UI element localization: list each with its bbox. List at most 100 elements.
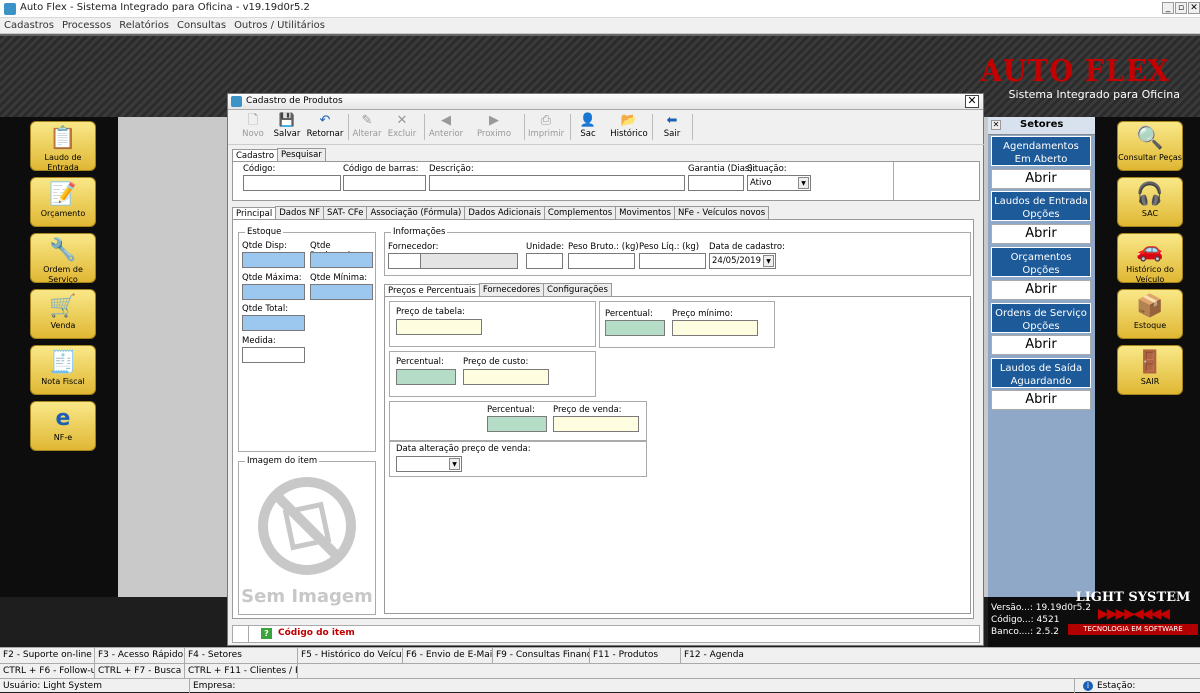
- tab-pesquisar[interactable]: Pesquisar: [277, 148, 326, 162]
- logo-tagline: Sistema Integrado para Oficina: [1008, 88, 1180, 101]
- laudo-entrada-button[interactable]: 📋 Laudo de Entrada: [30, 121, 96, 172]
- f11-shortcut[interactable]: F11 - Produtos: [590, 648, 681, 663]
- tab-associacao[interactable]: Associação (Fórmula): [366, 206, 466, 220]
- descricao-input[interactable]: [429, 175, 685, 191]
- tab-fornecedores[interactable]: Fornecedores: [478, 283, 545, 297]
- estoque-title: Estoque: [245, 227, 284, 237]
- preco-tabela-label: Preço de tabela:: [396, 307, 466, 317]
- salvar-button[interactable]: 💾 Salvar: [271, 113, 303, 143]
- tab-dados-nf[interactable]: Dados NF: [275, 206, 324, 220]
- tab-sat-cfe[interactable]: SAT- CFe: [322, 206, 368, 220]
- percentual-venda-input[interactable]: [487, 416, 547, 432]
- imprimir-button[interactable]: ⎙ Imprimir: [528, 113, 564, 143]
- qtde-disp-input[interactable]: [242, 252, 305, 268]
- peso-liq-input[interactable]: [639, 253, 706, 269]
- ctrl-f7-shortcut[interactable]: CTRL + F7 - Busca CEP: [95, 663, 185, 678]
- f5-shortcut[interactable]: F5 - Histórico do Veículo: [298, 648, 403, 663]
- garantia-input[interactable]: [688, 175, 744, 191]
- percentual-minimo-label: Percentual:: [605, 309, 653, 319]
- qtde-penhorada-input[interactable]: [310, 252, 373, 268]
- calendar-dropdown-icon: ▼: [763, 255, 774, 267]
- alterar-button[interactable]: ✎ Alterar: [352, 113, 382, 143]
- tab-nfe-veiculos[interactable]: NFe - Veículos novos: [673, 206, 770, 220]
- preco-minimo-input[interactable]: [672, 320, 758, 336]
- preco-custo-input[interactable]: [463, 369, 549, 385]
- estoque-button[interactable]: 📦 Estoque: [1117, 289, 1183, 339]
- car-history-icon: 🚗: [1136, 238, 1164, 263]
- novo-button[interactable]: 🗋 Novo: [238, 113, 268, 143]
- peso-bruto-input[interactable]: [568, 253, 635, 269]
- consultar-pecas-button[interactable]: 🔍 Consultar Peças: [1117, 121, 1183, 171]
- setores-close-button[interactable]: ✕: [991, 120, 1001, 130]
- menu-consultas[interactable]: Consultas: [173, 18, 230, 33]
- f3-shortcut[interactable]: F3 - Acesso Rápido: [95, 648, 185, 663]
- sair-side-button[interactable]: 🚪 SAIR: [1117, 345, 1183, 395]
- invoice-icon: 🧾: [49, 350, 77, 375]
- sac-button[interactable]: 👤 Sac: [574, 113, 602, 143]
- sac-side-button[interactable]: 🎧 SAC: [1117, 177, 1183, 227]
- menu-relatorios[interactable]: Relatórios: [115, 18, 173, 33]
- minimize-button[interactable]: _: [1162, 2, 1174, 14]
- abrir-orcamentos-button[interactable]: Abrir: [991, 280, 1091, 300]
- imagem-group: Imagem do item Sem Imagem: [238, 456, 376, 615]
- excluir-button[interactable]: ✕ Excluir: [386, 113, 418, 143]
- nfe-button[interactable]: e NF-e: [30, 401, 96, 451]
- historico-veiculo-button[interactable]: 🚗 Histórico do Veículo: [1117, 233, 1183, 284]
- preco-tabela-input[interactable]: [396, 319, 482, 335]
- situacao-select[interactable]: Ativo ▼: [747, 175, 811, 191]
- situacao-label: Situação:: [747, 164, 787, 174]
- qtde-total-input[interactable]: [242, 315, 305, 331]
- anterior-button[interactable]: ◀ Anterior: [428, 113, 464, 143]
- setores-panel: ✕ Setores Agendamentos Em Aberto Abrir L…: [988, 117, 1095, 597]
- close-window-button[interactable]: ✕: [1188, 2, 1200, 14]
- qtde-minima-input[interactable]: [310, 284, 373, 300]
- tab-complementos[interactable]: Complementos: [543, 206, 617, 220]
- undo-icon: ↶: [319, 113, 331, 128]
- chevron-down-icon: ▼: [798, 177, 809, 189]
- f6-shortcut[interactable]: F6 - Envio de E-Mail: [403, 648, 493, 663]
- tab-configuracoes[interactable]: Configurações: [543, 283, 612, 297]
- window-title: Auto Flex - Sistema Integrado para Ofici…: [20, 2, 310, 13]
- percentual-minimo-input[interactable]: [605, 320, 665, 336]
- f12-shortcut[interactable]: F12 - Agenda: [681, 648, 1200, 663]
- abrir-agendamentos-button[interactable]: Abrir: [991, 169, 1091, 189]
- peso-bruto-label: Peso Bruto.: (kg): [568, 242, 639, 252]
- garantia-label: Garantia (Dias):: [688, 164, 756, 174]
- cadastro-produtos-dialog: Cadastro de Produtos ✕ 🗋 Novo 💾 Salvar ↶ Re…: [227, 93, 985, 646]
- sair-button[interactable]: ⬅ Sair: [658, 113, 686, 143]
- abrir-ordens-servico-button[interactable]: Abrir: [991, 335, 1091, 355]
- orcamento-button[interactable]: 📝 Orçamento: [30, 177, 96, 227]
- dialog-close-button[interactable]: ✕: [965, 95, 979, 108]
- ctrl-f11-shortcut[interactable]: CTRL + F11 - Clientes / Fornecedores: [185, 663, 298, 678]
- ctrl-f6-shortcut[interactable]: CTRL + F6 - Follow-up: [0, 663, 95, 678]
- qtde-maxima-input[interactable]: [242, 284, 305, 300]
- venda-button[interactable]: 🛒 Venda: [30, 289, 96, 339]
- ordem-servico-button[interactable]: 🔧 Ordem de Serviço: [30, 233, 96, 284]
- restore-button[interactable]: ▫: [1175, 2, 1187, 14]
- f2-shortcut[interactable]: F2 - Suporte on-line: [0, 648, 95, 663]
- abrir-laudos-saida-button[interactable]: Abrir: [991, 390, 1091, 410]
- data-alteracao-picker[interactable]: ▼: [396, 456, 462, 472]
- menu-processos[interactable]: Processos: [58, 18, 115, 33]
- nota-fiscal-button[interactable]: 🧾 Nota Fiscal: [30, 345, 96, 395]
- f9-shortcut[interactable]: F9 - Consultas Financeiras: [493, 648, 590, 663]
- tab-movimentos[interactable]: Movimentos: [615, 206, 675, 220]
- historico-button[interactable]: 📂 Histórico: [610, 113, 648, 143]
- tab-dados-adicionais[interactable]: Dados Adicionais: [464, 206, 545, 220]
- proximo-button[interactable]: ▶ Proximo: [476, 113, 512, 143]
- codigo-input[interactable]: [243, 175, 341, 191]
- retornar-button[interactable]: ↶ Retornar: [306, 113, 344, 143]
- menu-outros[interactable]: Outros / Utilitários: [230, 18, 329, 33]
- data-cadastro-picker[interactable]: 24/05/2019 ▼: [709, 253, 776, 269]
- qtde-disp-label: Qtde Disp:: [242, 241, 287, 251]
- codigo-barras-input[interactable]: [343, 175, 426, 191]
- f4-shortcut[interactable]: F4 - Setores: [185, 648, 298, 663]
- fornecedor-code-input[interactable]: [388, 253, 421, 269]
- abrir-laudos-entrada-button[interactable]: Abrir: [991, 224, 1091, 244]
- medida-input[interactable]: [242, 347, 305, 363]
- preco-venda-input[interactable]: [553, 416, 639, 432]
- menu-cadastros[interactable]: Cadastros: [0, 18, 58, 33]
- unidade-input[interactable]: [526, 253, 563, 269]
- percentual-custo-input[interactable]: [396, 369, 456, 385]
- window-titlebar: Auto Flex - Sistema Integrado para Ofici…: [0, 0, 1200, 18]
